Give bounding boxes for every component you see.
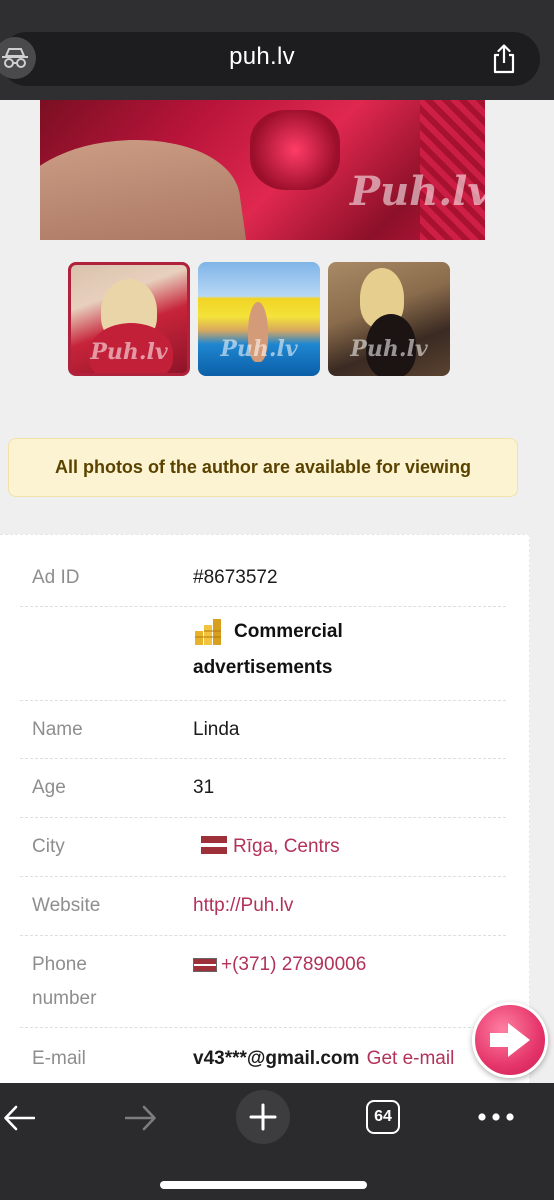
photo-watermark: Puh.lv xyxy=(350,168,485,215)
phone-label-line2: number xyxy=(32,988,97,1009)
back-button[interactable] xyxy=(2,1101,36,1135)
share-icon[interactable] xyxy=(488,42,520,76)
city-link[interactable]: Rīga, Centrs xyxy=(201,830,340,864)
detail-row-website: Website http://Puh.lv xyxy=(20,877,506,936)
latvia-flag-icon xyxy=(201,836,227,854)
city-label: City xyxy=(32,836,65,857)
ad-id-value: #8673572 xyxy=(193,567,278,588)
phone-link[interactable]: +(371) 27890006 xyxy=(193,948,366,982)
new-tab-button[interactable] xyxy=(236,1090,290,1144)
plus-icon xyxy=(249,1103,277,1131)
detail-row-city: City Rīga, Centrs xyxy=(20,818,506,877)
get-email-link[interactable]: Get e-mail xyxy=(367,1048,455,1069)
latvia-flag-icon xyxy=(193,958,217,972)
ellipsis-icon xyxy=(478,1113,514,1121)
detail-row-age: Age 31 xyxy=(20,759,506,818)
url-text[interactable]: puh.lv xyxy=(0,43,524,71)
arrow-left-icon xyxy=(4,1105,35,1131)
detail-row-email: E-mail v43***@gmail.com Get e-mail xyxy=(20,1028,506,1088)
tabs-button[interactable]: 64 xyxy=(366,1100,400,1134)
more-button[interactable] xyxy=(476,1105,516,1129)
home-indicator[interactable] xyxy=(160,1181,367,1189)
name-label: Name xyxy=(32,719,83,740)
age-value: 31 xyxy=(193,777,215,798)
detail-row-ad-id: Ad ID #8673572 xyxy=(20,553,506,607)
browser-top-bar: puh.lv xyxy=(0,0,554,100)
thumbnail-watermark: Puh.lv xyxy=(220,336,298,362)
commercial-category[interactable]: Commercial advertisements xyxy=(193,617,493,693)
page: puh.lv Puh.lv Puh.lv Puh.lv Puh.lv All p… xyxy=(0,0,554,1200)
detail-row-phone: Phone number +(371) 27890006 xyxy=(20,936,506,1028)
commercial-label-line2: advertisements xyxy=(193,657,333,678)
photo-thumbnail-1[interactable]: Puh.lv xyxy=(68,262,190,376)
ad-details-card: Ad ID #8673572 Commercial advertisements… xyxy=(0,534,530,1094)
website-link[interactable]: http://Puh.lv xyxy=(193,889,293,923)
website-label: Website xyxy=(32,895,101,916)
age-label: Age xyxy=(32,777,66,798)
forward-button[interactable] xyxy=(124,1101,158,1135)
thumbnail-watermark: Puh.lv xyxy=(350,336,428,362)
ad-id-label: Ad ID xyxy=(32,567,80,588)
main-photo[interactable]: Puh.lv xyxy=(40,100,485,240)
arrow-right-icon xyxy=(125,1105,156,1131)
photo-thumbnail-3[interactable]: Puh.lv xyxy=(328,262,450,376)
detail-row-category: Commercial advertisements xyxy=(20,607,506,701)
city-value[interactable]: Rīga, Centrs xyxy=(233,836,340,857)
thumbnail-watermark: Puh.lv xyxy=(90,339,168,365)
photos-notice: All photos of the author are available f… xyxy=(8,438,518,497)
phone-value[interactable]: +(371) 27890006 xyxy=(221,954,366,975)
commercial-label-line1: Commercial xyxy=(234,621,343,642)
phone-label-line1: Phone xyxy=(32,954,87,975)
next-ad-button[interactable] xyxy=(472,1002,548,1078)
photo-thumbnail-2[interactable]: Puh.lv xyxy=(198,262,320,376)
email-label: E-mail xyxy=(32,1048,86,1069)
detail-row-name: Name Linda xyxy=(20,701,506,759)
email-value: v43***@gmail.com xyxy=(193,1048,360,1069)
arrow-right-icon xyxy=(490,1023,530,1057)
coins-icon xyxy=(195,619,221,645)
name-value: Linda xyxy=(193,719,240,740)
